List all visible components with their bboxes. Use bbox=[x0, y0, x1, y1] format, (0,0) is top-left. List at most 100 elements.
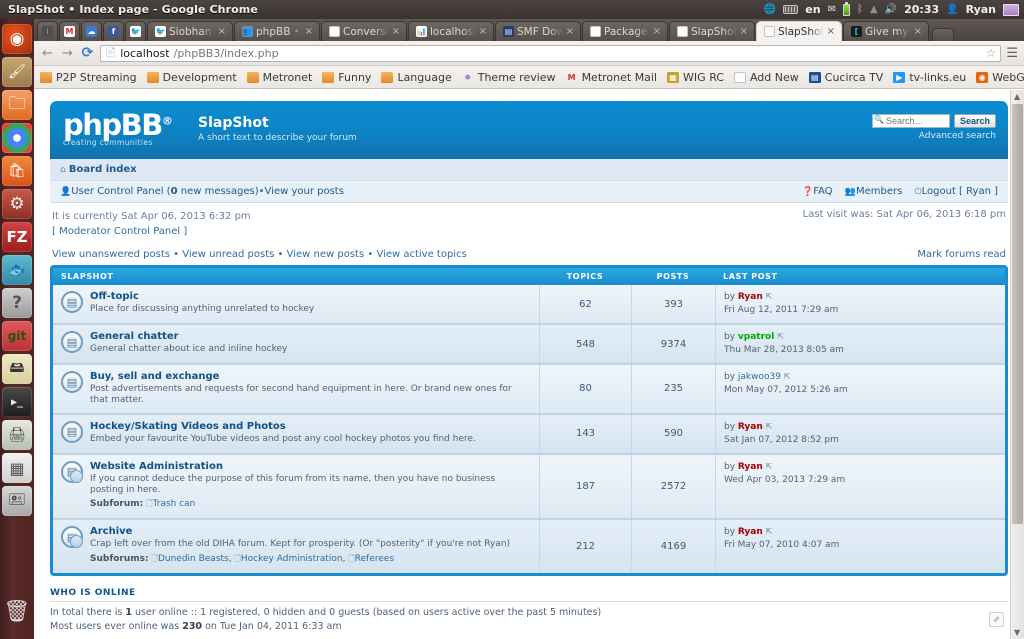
view-active-topics-link[interactable]: View active topics bbox=[376, 249, 466, 260]
faq-link[interactable]: FAQ bbox=[813, 186, 832, 197]
git-icon[interactable] bbox=[2, 321, 32, 351]
browser-tab[interactable]: 🐦 Siobhan McK × bbox=[147, 21, 233, 41]
close-icon[interactable]: × bbox=[479, 26, 487, 37]
forum-title-link[interactable]: Archive bbox=[90, 526, 132, 537]
system-settings-icon[interactable] bbox=[2, 189, 32, 219]
breadcrumb-board-index[interactable]: Board index bbox=[69, 164, 137, 175]
last-post-author[interactable]: jakwoo39 bbox=[738, 372, 781, 382]
forum-title-link[interactable]: Hockey/Skating Videos and Photos bbox=[90, 421, 286, 432]
browser-tab[interactable]: i bbox=[37, 21, 58, 41]
forum-title-link[interactable]: Buy, sell and exchange bbox=[90, 371, 219, 382]
browser-tab[interactable]: ▤ SMF Downloa × bbox=[495, 21, 581, 41]
battery-icon[interactable] bbox=[843, 4, 850, 16]
scanner-icon[interactable] bbox=[2, 420, 32, 450]
software-center-icon[interactable] bbox=[2, 156, 32, 186]
close-icon[interactable]: × bbox=[914, 26, 922, 37]
terminal-icon[interactable] bbox=[2, 387, 32, 417]
bookmark-item[interactable]: P2P Streaming bbox=[40, 71, 137, 84]
bookmark-item[interactable]: ▦WIG RC bbox=[667, 71, 724, 84]
goto-last-post-icon[interactable]: ⇱ bbox=[766, 527, 773, 536]
mail-icon[interactable]: ✉ bbox=[828, 4, 836, 15]
forum-title-link[interactable]: General chatter bbox=[90, 331, 179, 342]
clock[interactable]: 20:33 bbox=[904, 3, 939, 16]
back-icon[interactable]: ← bbox=[40, 46, 55, 61]
browser-tab[interactable]: 👥 phpBB • SMF × bbox=[234, 21, 320, 41]
volume-icon[interactable]: 🔊 bbox=[885, 4, 897, 15]
close-icon[interactable]: × bbox=[566, 26, 574, 37]
view-new-posts-link[interactable]: View new posts bbox=[287, 249, 365, 260]
bookmark-star-icon[interactable]: ☆ bbox=[986, 46, 997, 60]
workspace-switcher-icon[interactable] bbox=[2, 453, 32, 483]
search-button[interactable]: Search bbox=[954, 114, 996, 128]
browser-tab[interactable]: M bbox=[59, 21, 80, 41]
user-name[interactable]: Ryan bbox=[966, 3, 996, 16]
bookmark-item[interactable]: MMetronet Mail bbox=[566, 71, 657, 84]
view-your-posts-link[interactable]: View your posts bbox=[265, 186, 344, 197]
bookmark-item[interactable]: ▶tv-links.eu bbox=[893, 71, 966, 84]
close-icon[interactable]: × bbox=[653, 26, 661, 37]
scrollbar-thumb[interactable] bbox=[1012, 104, 1023, 524]
last-post-author[interactable]: Ryan bbox=[738, 462, 763, 472]
keyboard-layout-label[interactable]: en bbox=[805, 3, 820, 16]
forum-row[interactable]: ▤ Website Administration If you cannot d… bbox=[53, 455, 1005, 521]
forum-row[interactable]: ▤ Off-topic Place for discussing anythin… bbox=[53, 285, 1005, 325]
subforum-link[interactable]: Hockey Administration bbox=[241, 554, 343, 564]
filezilla-icon[interactable] bbox=[2, 222, 32, 252]
wifi-icon[interactable]: ▲ bbox=[870, 4, 878, 15]
bookmark-item[interactable]: ✵Theme review bbox=[462, 71, 556, 84]
last-post-author[interactable]: Ryan bbox=[738, 422, 763, 432]
advanced-search-link[interactable]: Advanced search bbox=[872, 131, 996, 141]
subforum-link[interactable]: Trash can bbox=[153, 499, 196, 509]
view-unanswered-posts-link[interactable]: View unanswered posts bbox=[52, 249, 170, 260]
dolphin-icon[interactable] bbox=[2, 255, 32, 285]
scroll-down-icon[interactable]: ▼ bbox=[1014, 628, 1020, 637]
close-icon[interactable]: × bbox=[305, 26, 313, 37]
logout-link[interactable]: Logout [ Ryan ] bbox=[922, 186, 998, 197]
user-account-icon[interactable]: 👤 bbox=[946, 4, 958, 15]
bluetooth-icon[interactable]: ᛒ bbox=[857, 4, 863, 15]
server-icon[interactable] bbox=[2, 354, 32, 384]
moderator-control-panel-link[interactable]: [ Moderator Control Panel ] bbox=[52, 226, 187, 237]
bookmark-item[interactable]: Metronet bbox=[247, 71, 313, 84]
phpbb-logo[interactable]: phpBB® creating communities bbox=[63, 111, 183, 147]
display-icon[interactable] bbox=[1003, 4, 1019, 16]
subforum-link[interactable]: Referees bbox=[355, 554, 394, 564]
view-unread-posts-link[interactable]: View unread posts bbox=[182, 249, 274, 260]
last-post-author[interactable]: Ryan bbox=[738, 292, 763, 302]
omnibox[interactable]: 📄 localhost/phpBB3/index.php ☆ bbox=[100, 45, 1001, 62]
close-icon[interactable]: × bbox=[392, 26, 400, 37]
browser-tab[interactable]: 📊 localhost / lo × bbox=[408, 21, 494, 41]
files-icon[interactable] bbox=[2, 90, 32, 120]
mark-forums-read-link[interactable]: Mark forums read bbox=[917, 249, 1006, 260]
goto-last-post-icon[interactable]: ⇱ bbox=[766, 422, 773, 431]
goto-last-post-icon[interactable]: ⇱ bbox=[784, 372, 791, 381]
share-icon[interactable]: ⬈ bbox=[989, 612, 1004, 627]
goto-last-post-icon[interactable]: ⇱ bbox=[766, 462, 773, 471]
close-icon[interactable]: × bbox=[827, 26, 835, 37]
chrome-icon[interactable] bbox=[2, 123, 32, 153]
gimp-icon[interactable] bbox=[2, 57, 32, 87]
forum-row[interactable]: ▤ Archive Crap left over from the old DI… bbox=[53, 520, 1005, 572]
forum-row[interactable]: ▤ Buy, sell and exchange Post advertisem… bbox=[53, 365, 1005, 415]
browser-tab[interactable]: SlapShot • Us × bbox=[669, 21, 755, 41]
help-icon[interactable] bbox=[2, 288, 32, 318]
subforum-link[interactable]: Dunedin Beasts bbox=[158, 554, 229, 564]
scroll-up-icon[interactable]: ▲ bbox=[1014, 92, 1020, 101]
trash-icon[interactable] bbox=[2, 596, 32, 626]
members-link[interactable]: Members bbox=[856, 186, 902, 197]
chrome-menu-icon[interactable]: ☰ bbox=[1006, 46, 1018, 61]
browser-tab[interactable]: Package Man × bbox=[582, 21, 668, 41]
last-post-author[interactable]: vpatrol bbox=[738, 332, 774, 342]
forum-title-link[interactable]: Off-topic bbox=[90, 291, 139, 302]
bookmark-item[interactable]: Add New bbox=[734, 71, 799, 84]
forum-row[interactable]: ▤ General chatter General chatter about … bbox=[53, 325, 1005, 365]
bookmark-item[interactable]: ▤Cucirca TV bbox=[809, 71, 884, 84]
browser-tab[interactable]: Conversion × bbox=[321, 21, 407, 41]
browser-tab[interactable]: 🐦 bbox=[125, 21, 146, 41]
browser-tab[interactable]: ☁ bbox=[81, 21, 102, 41]
goto-last-post-icon[interactable]: ⇱ bbox=[766, 292, 773, 301]
keyboard-layout-icon[interactable] bbox=[783, 5, 798, 14]
last-post-author[interactable]: Ryan bbox=[738, 527, 763, 537]
browser-tab[interactable]: [ Give myself a × bbox=[843, 21, 929, 41]
page-scrollbar[interactable]: ▲ ▼ bbox=[1010, 90, 1024, 639]
